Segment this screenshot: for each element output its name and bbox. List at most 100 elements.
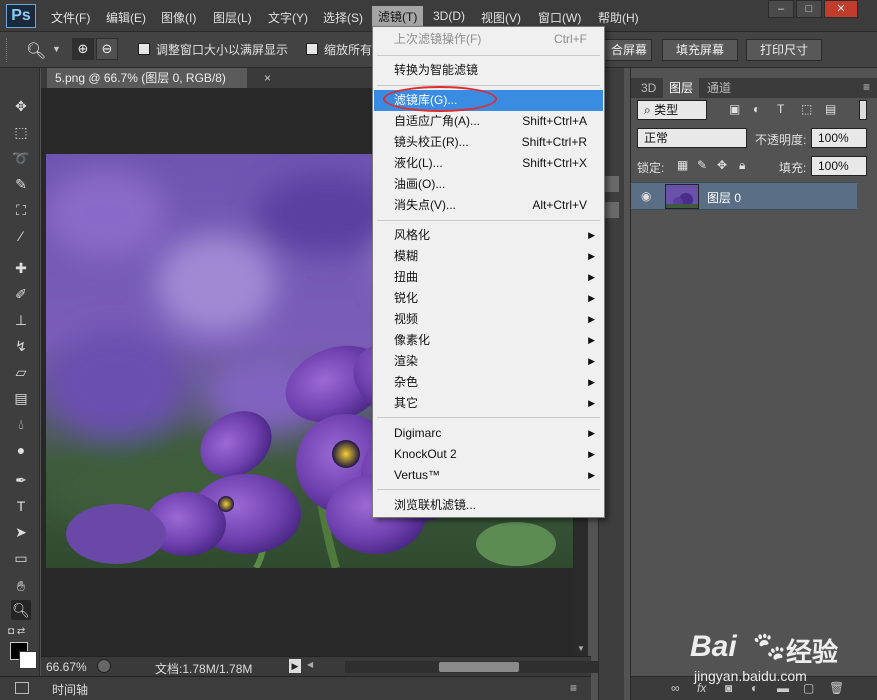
- menu-view[interactable]: 视图(V): [481, 9, 521, 26]
- menu-type[interactable]: 文字(Y): [268, 9, 308, 26]
- marquee-tool-icon[interactable]: ⬚: [11, 122, 31, 142]
- menu-item-noise[interactable]: 杂色 ▶: [374, 372, 603, 393]
- fill-field[interactable]: 100%: [811, 156, 867, 176]
- zoom-level[interactable]: 66.67%: [46, 660, 87, 674]
- lock-transparent-icon[interactable]: ▦: [677, 158, 688, 172]
- document-tab[interactable]: 5.png @ 66.7% (图层 0, RGB/8) ×: [47, 68, 271, 88]
- menu-item-other[interactable]: 其它 ▶: [374, 393, 603, 414]
- eyedropper-tool-icon[interactable]: ⁄: [11, 226, 31, 246]
- menu-filter[interactable]: 滤镜(T): [372, 6, 424, 28]
- filter-adjustment-icon[interactable]: ◐: [753, 102, 760, 116]
- eraser-tool-icon[interactable]: ▱: [11, 362, 31, 382]
- layer-name[interactable]: 图层 0: [707, 189, 741, 206]
- hand-tool-icon[interactable]: ✋︎: [11, 576, 31, 596]
- timeline-label[interactable]: 时间轴: [52, 681, 88, 698]
- menu-item-sharpen[interactable]: 锐化 ▶: [374, 288, 603, 309]
- menu-item-stylize[interactable]: 风格化 ▶: [374, 225, 603, 246]
- blur-tool-icon[interactable]: 💧︎: [11, 414, 31, 434]
- layer-filter-select[interactable]: ⌕ 类型: [637, 100, 707, 120]
- zoom-tool-icon[interactable]: 🔍︎: [26, 41, 46, 61]
- zoom-in-icon[interactable]: ⊕: [72, 38, 94, 60]
- menu-item-last-filter[interactable]: 上次滤镜操作(F) Ctrl+F: [374, 29, 603, 50]
- menu-select[interactable]: 选择(S): [323, 9, 363, 26]
- menu-window[interactable]: 窗口(W): [538, 9, 581, 26]
- panel-menu-icon[interactable]: ≡: [570, 681, 577, 695]
- move-tool-icon[interactable]: ✥: [11, 96, 31, 116]
- menu-item-knockout[interactable]: KnockOut 2 ▶: [374, 444, 603, 465]
- resize-windows-checkbox[interactable]: [138, 43, 150, 55]
- filter-toggle-switch[interactable]: [859, 100, 867, 120]
- menu-item-convert-smart-filters[interactable]: 转换为智能滤镜: [374, 60, 603, 81]
- gradient-tool-icon[interactable]: ▤: [11, 388, 31, 408]
- menu-help[interactable]: 帮助(H): [598, 9, 639, 26]
- eye-icon[interactable]: ◉: [641, 189, 651, 203]
- menu-item-adaptive-wide-angle[interactable]: 自适应广角(A)... Shift+Ctrl+A: [374, 111, 603, 132]
- healing-brush-tool-icon[interactable]: ✚: [11, 258, 31, 278]
- menu-file[interactable]: 文件(F): [51, 9, 90, 26]
- path-selection-tool-icon[interactable]: ➤: [11, 522, 31, 542]
- stamp-tool-icon[interactable]: ⊥: [11, 310, 31, 330]
- menu-item-render[interactable]: 渲染 ▶: [374, 351, 603, 372]
- scroll-left-icon[interactable]: ◀: [307, 660, 313, 669]
- filter-pixel-icon[interactable]: ▣: [729, 102, 740, 116]
- shape-tool-icon[interactable]: ▭: [11, 548, 31, 568]
- minimize-button[interactable]: –: [768, 0, 794, 18]
- menu-item-lens-correction[interactable]: 镜头校正(R)... Shift+Ctrl+R: [374, 132, 603, 153]
- scroll-down-icon[interactable]: ▼: [577, 644, 585, 653]
- menu-item-distort[interactable]: 扭曲 ▶: [374, 267, 603, 288]
- blend-mode-select[interactable]: 正常: [637, 128, 747, 148]
- menu-item-digimarc[interactable]: Digimarc ▶: [374, 423, 603, 444]
- status-menu-arrow-icon[interactable]: ▶: [289, 659, 301, 673]
- lock-pixels-icon[interactable]: ✎: [697, 158, 707, 172]
- menu-item-pixelate[interactable]: 像素化 ▶: [374, 330, 603, 351]
- background-color-swatch[interactable]: [19, 651, 37, 669]
- layer-row[interactable]: ◉ 图层 0: [631, 182, 857, 210]
- horizontal-scrollbar[interactable]: [345, 661, 621, 673]
- tab-layers[interactable]: 图层: [663, 78, 700, 98]
- history-brush-tool-icon[interactable]: ↯: [11, 336, 31, 356]
- menu-3d[interactable]: 3D(D): [433, 9, 465, 23]
- history-panel-icon[interactable]: [605, 176, 619, 192]
- lock-all-icon[interactable]: 🔒︎: [739, 158, 745, 173]
- filter-smart-object-icon[interactable]: ▤: [825, 102, 836, 116]
- zoom-tool-icon[interactable]: 🔍︎: [11, 600, 31, 620]
- panel-menu-icon[interactable]: ≡: [863, 80, 870, 94]
- zoom-out-icon[interactable]: ⊖: [96, 38, 118, 60]
- lasso-tool-icon[interactable]: ➰: [11, 148, 31, 168]
- print-size-button[interactable]: 打印尺寸: [746, 39, 822, 61]
- crop-tool-icon[interactable]: ⛶: [11, 200, 31, 220]
- menu-layer[interactable]: 图层(L): [213, 9, 252, 26]
- menu-item-video[interactable]: 视频 ▶: [374, 309, 603, 330]
- fill-screen-button[interactable]: 填充屏幕: [662, 39, 738, 61]
- zoom-all-checkbox[interactable]: [306, 43, 318, 55]
- status-info-icon[interactable]: [97, 659, 111, 673]
- pen-tool-icon[interactable]: ✒: [11, 470, 31, 490]
- tab-3d[interactable]: 3D: [635, 78, 662, 98]
- menu-item-blur[interactable]: 模糊 ▶: [374, 246, 603, 267]
- timeline-icon[interactable]: [15, 682, 29, 694]
- tab-channels[interactable]: 通道: [701, 78, 737, 98]
- menu-item-oil-paint[interactable]: 油画(O)...: [374, 174, 603, 195]
- chevron-down-icon[interactable]: ▼: [52, 44, 61, 54]
- default-colors-icon[interactable]: ◘ ⇄: [8, 626, 25, 637]
- menu-image[interactable]: 图像(I): [161, 9, 196, 26]
- type-tool-icon[interactable]: T: [11, 496, 31, 516]
- quick-selection-tool-icon[interactable]: ✎: [11, 174, 31, 194]
- brush-tool-icon[interactable]: ✐: [11, 284, 31, 304]
- menu-item-browse-online-filters[interactable]: 浏览联机滤镜...: [374, 495, 603, 516]
- menu-edit[interactable]: 编辑(E): [106, 9, 146, 26]
- filter-shape-icon[interactable]: ⬚: [801, 102, 812, 116]
- maximize-button[interactable]: □: [796, 0, 822, 18]
- properties-panel-icon[interactable]: [605, 202, 619, 218]
- opacity-field[interactable]: 100%: [811, 128, 867, 148]
- close-button[interactable]: ✕: [824, 0, 858, 18]
- filter-type-icon[interactable]: T: [777, 102, 784, 116]
- menu-item-vertus[interactable]: Vertus™ ▶: [374, 465, 603, 486]
- scrollbar-thumb[interactable]: [439, 662, 519, 672]
- tab-close-icon[interactable]: ×: [264, 68, 271, 88]
- menu-item-liquify[interactable]: 液化(L)... Shift+Ctrl+X: [374, 153, 603, 174]
- lock-position-icon[interactable]: ✥: [717, 158, 727, 172]
- menu-item-vanishing-point[interactable]: 消失点(V)... Alt+Ctrl+V: [374, 195, 603, 216]
- link-layers-icon[interactable]: ∞: [671, 681, 680, 695]
- fit-screen-button[interactable]: 合屏幕: [600, 39, 652, 61]
